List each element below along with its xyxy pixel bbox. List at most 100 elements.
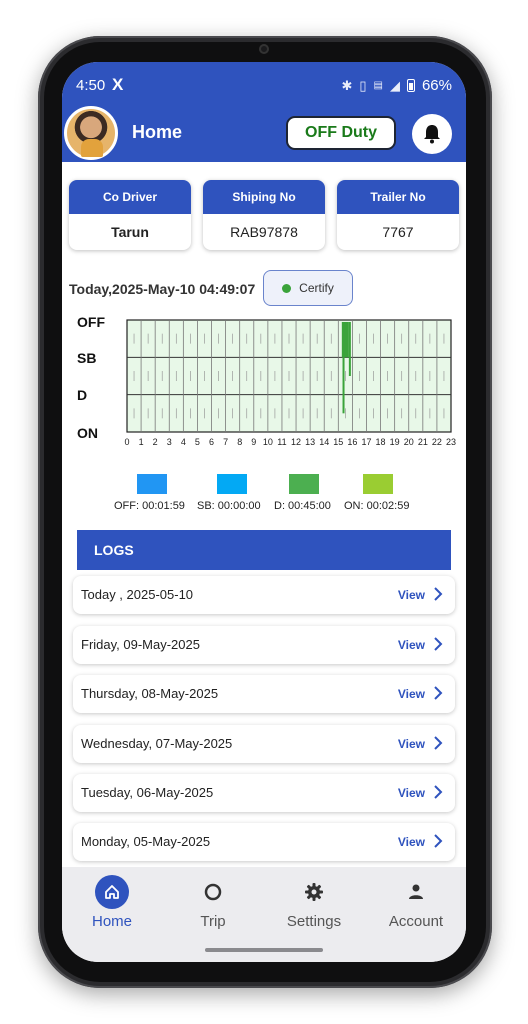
status-icons: ✱ ▯ ▤ ◢ 66%: [341, 77, 452, 94]
camera: [259, 44, 269, 54]
graph-tick-label: 12: [291, 437, 301, 447]
chevron-right-icon[interactable]: [433, 636, 443, 652]
graph-tick-label: 6: [209, 437, 214, 447]
current-datetime: Today,2025-May-10 04:49:07: [69, 281, 256, 297]
view-log-button[interactable]: View: [398, 835, 425, 849]
log-date: Wednesday, 07-May-2025: [81, 736, 233, 751]
home-icon-wrap: [95, 875, 129, 909]
graph-tick-label: 23: [446, 437, 456, 447]
graph-tick-label: 20: [404, 437, 414, 447]
nav-trip[interactable]: Trip: [168, 875, 258, 939]
legend-swatch-off: [137, 474, 167, 494]
bluetooth-icon: ✱: [341, 77, 353, 93]
chevron-right-icon[interactable]: [433, 784, 443, 800]
log-item[interactable]: Today , 2025-05-10 View: [73, 576, 455, 614]
avatar[interactable]: [64, 106, 118, 160]
bell-icon: [424, 125, 440, 144]
graph-tick-label: 5: [195, 437, 200, 447]
log-item[interactable]: Tuesday, 06-May-2025 View: [73, 774, 455, 812]
battery-percent: 66%: [421, 77, 452, 94]
gear-icon: [305, 883, 323, 901]
graph-tick-label: 16: [347, 437, 357, 447]
log-date: Tuesday, 06-May-2025: [81, 785, 214, 800]
graph-tick-label: 2: [153, 437, 158, 447]
trailer-no-card: Trailer No 7767: [337, 180, 459, 250]
log-date: Thursday, 08-May-2025: [81, 686, 219, 701]
graph-status-segment: [343, 322, 349, 358]
x-app-icon: X: [112, 75, 124, 94]
log-date: Monday, 05-May-2025: [81, 834, 211, 849]
app-header: 4:50 X ✱ ▯ ▤ ◢ 66% Home OFF Duty: [62, 62, 466, 162]
log-item[interactable]: Monday, 05-May-2025 View: [73, 823, 455, 861]
nav-account[interactable]: Account: [371, 875, 461, 939]
certify-button[interactable]: Certify: [263, 270, 353, 306]
legend-swatch-d: [289, 474, 319, 494]
co-driver-card: Co Driver Tarun: [69, 180, 191, 250]
view-log-button[interactable]: View: [398, 588, 425, 602]
graph-tick-label: 8: [237, 437, 242, 447]
log-date: Today , 2025-05-10: [81, 587, 194, 602]
graph-tick-label: 3: [167, 437, 172, 447]
chevron-right-icon[interactable]: [433, 685, 443, 701]
certify-status-dot: [282, 283, 292, 293]
graph-tick-label: 11: [277, 437, 286, 447]
chevron-right-icon[interactable]: [433, 833, 443, 849]
home-indicator[interactable]: [205, 948, 323, 952]
legend-swatch-sb: [217, 474, 247, 494]
trailer-no-value: 7767: [382, 224, 414, 240]
nav-settings-label: Settings: [286, 913, 342, 930]
graph-tick-label: 22: [432, 437, 442, 447]
signal-icon: ◢: [389, 77, 400, 93]
notifications-button[interactable]: [412, 114, 452, 154]
wifi-icon: ▤: [373, 80, 383, 91]
person-icon-wrap: [399, 875, 433, 909]
nav-home-label: Home: [91, 913, 132, 930]
nav-trip-label: Trip: [200, 913, 226, 930]
person-icon: [409, 884, 423, 899]
trailer-no-label: Trailer No: [337, 180, 459, 214]
circle-icon-wrap: [196, 875, 230, 909]
duty-status-button[interactable]: OFF Duty: [286, 116, 396, 150]
certify-label: Certify: [299, 281, 334, 295]
nav-account-label: Account: [388, 913, 444, 930]
graph-tick-label: 0: [124, 437, 129, 447]
legend-label-d: D: 00:45:00: [274, 500, 331, 512]
graph-tick-label: 1: [139, 437, 144, 447]
log-item[interactable]: Friday, 09-May-2025 View: [73, 626, 455, 664]
view-log-button[interactable]: View: [398, 638, 425, 652]
page-title: Home: [132, 122, 183, 142]
shipping-no-value: RAB97878: [230, 224, 298, 240]
legend-label-on: ON: 00:02:59: [344, 500, 410, 512]
graph-tick-label: 17: [361, 437, 371, 447]
graph-tick-label: 15: [333, 437, 343, 447]
chevron-right-icon[interactable]: [433, 586, 443, 602]
shipping-no-label: Shiping No: [203, 180, 325, 214]
view-log-button[interactable]: View: [398, 786, 425, 800]
battery-icon: [406, 79, 415, 92]
chevron-right-icon[interactable]: [433, 735, 443, 751]
duty-status-graph: 0 1 2 3 4 5 6 7 8 9 10 11 12 13 14 15 16 17 18 19 20 21 22 23: [124, 319, 456, 447]
log-item[interactable]: Wednesday, 07-May-2025 View: [73, 725, 455, 763]
graph-tick-label: 13: [305, 437, 315, 447]
home-icon: [105, 885, 119, 899]
view-log-button[interactable]: View: [398, 737, 425, 751]
graph-tick-label: 4: [181, 437, 186, 447]
graph-tick-label: 18: [376, 437, 386, 447]
logs-header: LOGS: [77, 530, 451, 570]
legend-label-off: OFF: 00:01:59: [114, 500, 185, 512]
view-log-button[interactable]: View: [398, 687, 425, 701]
graph-tick-label: 21: [418, 437, 428, 447]
graph-tick-label: 14: [319, 437, 329, 447]
co-driver-label: Co Driver: [69, 180, 191, 214]
nav-home[interactable]: Home: [67, 875, 157, 939]
graph-tick-label: 7: [223, 437, 228, 447]
graph-tick-label: 19: [390, 437, 400, 447]
log-item[interactable]: Thursday, 08-May-2025 View: [73, 675, 455, 713]
nav-settings[interactable]: Settings: [269, 875, 359, 939]
app-screen: 4:50 X ✱ ▯ ▤ ◢ 66% Home OFF Duty Co Driv…: [62, 62, 466, 962]
vibrate-icon: ▯: [359, 77, 367, 93]
graph-tick-label: 10: [263, 437, 273, 447]
legend-swatch-on: [363, 474, 393, 494]
legend-label-sb: SB: 00:00:00: [197, 500, 261, 512]
gear-icon-wrap: [297, 875, 331, 909]
